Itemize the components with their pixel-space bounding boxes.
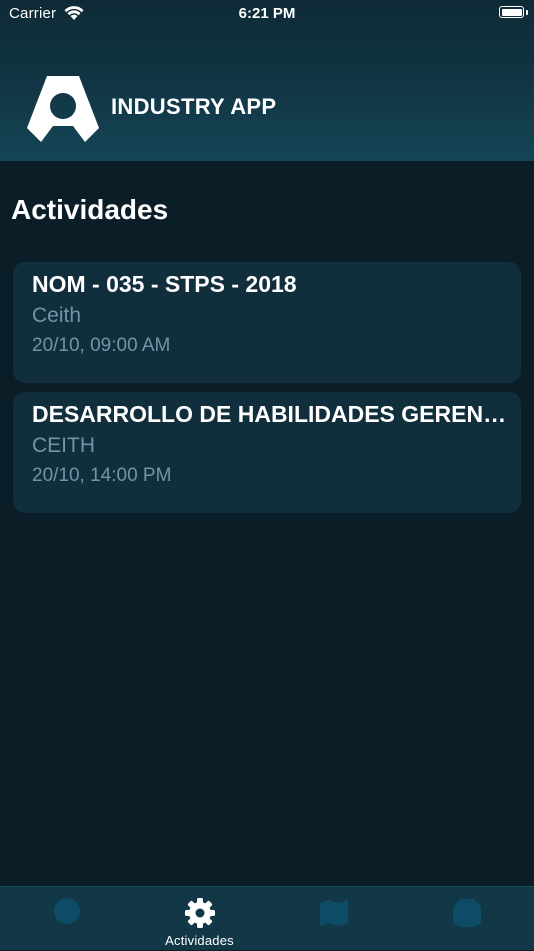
tab-badge[interactable]	[400, 887, 533, 951]
brand-logo-icon	[27, 76, 99, 142]
activities-list: NOM - 035 - STPS - 2018 Ceith 20/10, 09:…	[13, 262, 521, 522]
battery-tip	[526, 10, 528, 15]
map-icon	[319, 900, 348, 926]
tab-actividades[interactable]: Actividades	[133, 887, 266, 951]
page-title: Actividades	[11, 194, 169, 225]
gear-icon	[184, 898, 215, 928]
status-bar: Carrier 6:21 PM	[0, 0, 534, 28]
battery-icon	[499, 6, 524, 18]
app-header: Carrier 6:21 PM INDUSTRY APP	[0, 0, 534, 161]
brand-name: INDUSTRY APP	[111, 94, 277, 119]
activity-datetime: 20/10, 14:00 PM	[32, 465, 172, 486]
tab-map[interactable]	[267, 887, 400, 951]
activity-organizer: CEITH	[32, 434, 95, 457]
badge-icon	[452, 899, 481, 927]
activity-card[interactable]: NOM - 035 - STPS - 2018 Ceith 20/10, 09:…	[13, 262, 521, 383]
tab-bar: Actividades	[0, 886, 534, 950]
activity-title: DESARROLLO DE HABILIDADES GERENCIALES	[32, 401, 509, 427]
tab-home[interactable]	[0, 887, 133, 951]
activity-datetime: 20/10, 09:00 AM	[32, 335, 171, 356]
status-time: 6:21 PM	[238, 5, 296, 22]
activity-card[interactable]: DESARROLLO DE HABILIDADES GERENCIALES CE…	[13, 392, 521, 513]
activity-title: NOM - 035 - STPS - 2018	[32, 271, 297, 297]
tab-label: Actividades	[165, 933, 234, 948]
circle-icon	[53, 898, 80, 924]
activity-organizer: Ceith	[32, 304, 82, 327]
